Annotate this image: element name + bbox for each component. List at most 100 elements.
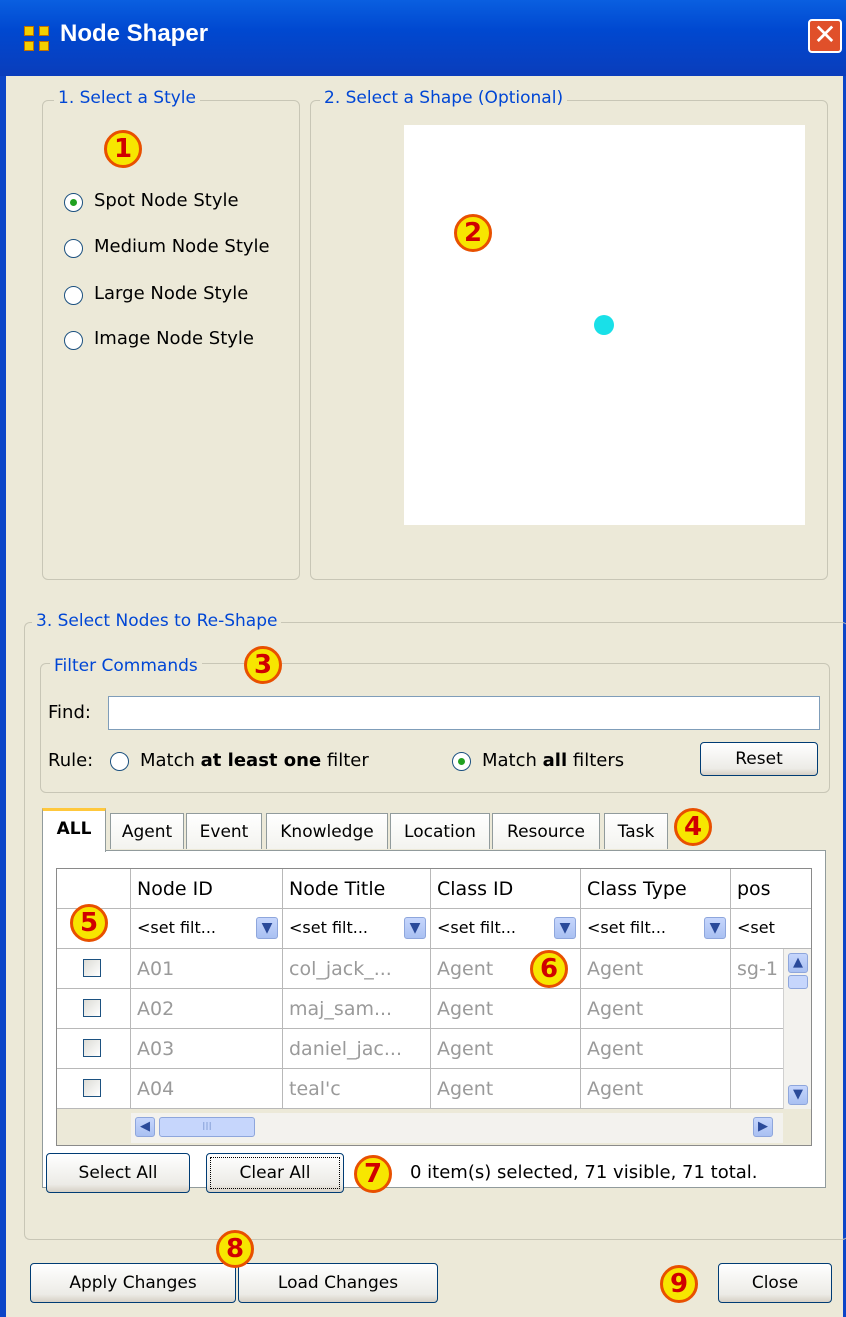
row-checkbox[interactable]	[83, 1039, 101, 1057]
spot-style-radio[interactable]	[64, 193, 83, 212]
callout-4: 4	[674, 808, 712, 846]
cell-class-id: Agent	[431, 1029, 581, 1069]
node-shape-preview	[594, 315, 614, 335]
rule-label: Rule:	[48, 750, 94, 771]
nodes-group-legend: 3. Select Nodes to Re-Shape	[32, 611, 282, 631]
image-style-label: Image Node Style	[94, 328, 255, 349]
callout-8: 8	[216, 1230, 254, 1268]
filter-commands-legend: Filter Commands	[50, 656, 202, 676]
image-style-radio[interactable]	[64, 331, 83, 350]
cell-node-id: A03	[131, 1029, 283, 1069]
column-header-select	[57, 869, 131, 909]
row-select-cell	[57, 989, 131, 1029]
rule-one-prefix: Match	[140, 750, 201, 771]
chevron-down-icon[interactable]: ▼	[404, 917, 426, 939]
callout-5: 5	[70, 904, 108, 942]
cell-node-id: A04	[131, 1069, 283, 1109]
tab-location[interactable]: Location	[390, 813, 490, 849]
cell-node-id: A01	[131, 949, 283, 989]
callout-1: 1	[104, 130, 142, 168]
clear-all-button[interactable]: Clear All	[206, 1153, 344, 1193]
tab-task[interactable]: Task	[604, 813, 668, 849]
callout-2: 2	[454, 214, 492, 252]
cell-class-type: Agent	[581, 1029, 731, 1069]
cell-class-type: Agent	[581, 1069, 731, 1109]
column-header-class-id[interactable]: Class ID	[431, 869, 581, 909]
shape-group-legend: 2. Select a Shape (Optional)	[320, 88, 568, 108]
style-group-legend: 1. Select a Style	[54, 88, 200, 108]
row-select-cell	[57, 1029, 131, 1069]
cell-node-title: maj_sam...	[283, 989, 431, 1029]
filter-value: <set filt...	[437, 918, 516, 937]
large-style-radio[interactable]	[64, 286, 83, 305]
rule-all-prefix: Match	[482, 750, 543, 771]
rule-all-label: Match all filters	[482, 750, 624, 771]
rule-one-label: Match at least one filter	[140, 750, 369, 771]
tab-resource[interactable]: Resource	[492, 813, 600, 849]
find-input[interactable]	[108, 696, 820, 730]
cell-node-title: teal'c	[283, 1069, 431, 1109]
apply-changes-button[interactable]: Apply Changes	[30, 1263, 236, 1303]
scroll-right-icon[interactable]: ▶	[753, 1117, 773, 1137]
filter-dropdown-pos[interactable]: <set	[731, 909, 811, 949]
column-header-class-type[interactable]: Class Type	[581, 869, 731, 909]
find-label: Find:	[48, 702, 91, 723]
horizontal-scrollbar[interactable]: ◀ III ▶	[131, 1113, 783, 1143]
rule-one-radio[interactable]	[110, 752, 129, 771]
filter-dropdown-node-id[interactable]: <set filt... ▼	[131, 909, 283, 949]
filter-value: <set	[737, 918, 775, 937]
medium-style-label: Medium Node Style	[94, 236, 270, 257]
select-all-button[interactable]: Select All	[46, 1153, 190, 1193]
cell-class-type: Agent	[581, 989, 731, 1029]
nodes-table: Node ID Node Title Class ID Class Type p…	[56, 868, 812, 1146]
large-style-label: Large Node Style	[94, 283, 249, 304]
chevron-down-icon[interactable]: ▼	[554, 917, 576, 939]
tab-agent[interactable]: Agent	[110, 813, 184, 849]
scroll-down-icon[interactable]: ▼	[788, 1085, 808, 1105]
filter-value: <set filt...	[587, 918, 666, 937]
rule-one-suffix: filter	[321, 750, 369, 771]
cell-node-id: A02	[131, 989, 283, 1029]
column-header-node-title[interactable]: Node Title	[283, 869, 431, 909]
cell-node-title: daniel_jac...	[283, 1029, 431, 1069]
reset-button[interactable]: Reset	[700, 742, 818, 776]
vertical-scrollbar[interactable]: ▲ ▼	[783, 949, 811, 1109]
filter-dropdown-class-id[interactable]: <set filt... ▼	[431, 909, 581, 949]
row-checkbox[interactable]	[83, 1079, 101, 1097]
filter-dropdown-class-type[interactable]: <set filt... ▼	[581, 909, 731, 949]
tab-all[interactable]: ALL	[42, 808, 106, 852]
chevron-down-icon[interactable]: ▼	[256, 917, 278, 939]
row-checkbox[interactable]	[83, 999, 101, 1017]
scroll-up-icon[interactable]: ▲	[788, 953, 808, 973]
column-header-pos[interactable]: pos	[731, 869, 811, 909]
row-checkbox[interactable]	[83, 959, 101, 977]
scroll-left-icon[interactable]: ◀	[135, 1117, 155, 1137]
cell-class-id: Agent	[431, 989, 581, 1029]
column-header-node-id[interactable]: Node ID	[131, 869, 283, 909]
load-changes-button[interactable]: Load Changes	[238, 1263, 438, 1303]
filter-value: <set filt...	[289, 918, 368, 937]
title-bar[interactable]: Node Shaper ✕	[0, 0, 846, 76]
horizontal-scroll-thumb[interactable]: III	[159, 1117, 255, 1137]
close-window-icon[interactable]: ✕	[808, 19, 842, 53]
filter-value: <set filt...	[137, 918, 216, 937]
medium-style-radio[interactable]	[64, 239, 83, 258]
close-button[interactable]: Close	[718, 1263, 832, 1303]
spot-style-label: Spot Node Style	[94, 190, 239, 211]
rule-all-suffix: filters	[567, 750, 625, 771]
row-select-cell	[57, 1069, 131, 1109]
vertical-scroll-thumb[interactable]	[788, 975, 808, 989]
window-title: Node Shaper	[60, 20, 209, 47]
cell-class-type: Agent	[581, 949, 731, 989]
filter-dropdown-node-title[interactable]: <set filt... ▼	[283, 909, 431, 949]
app-icon	[24, 26, 50, 52]
selection-status: 0 item(s) selected, 71 visible, 71 total…	[410, 1162, 758, 1183]
callout-3: 3	[244, 646, 282, 684]
chevron-down-icon[interactable]: ▼	[704, 917, 726, 939]
tab-knowledge[interactable]: Knowledge	[266, 813, 388, 849]
cell-node-title: col_jack_...	[283, 949, 431, 989]
cell-class-id: Agent	[431, 1069, 581, 1109]
callout-7: 7	[354, 1155, 392, 1193]
rule-all-radio[interactable]	[452, 752, 471, 771]
tab-event[interactable]: Event	[186, 813, 262, 849]
